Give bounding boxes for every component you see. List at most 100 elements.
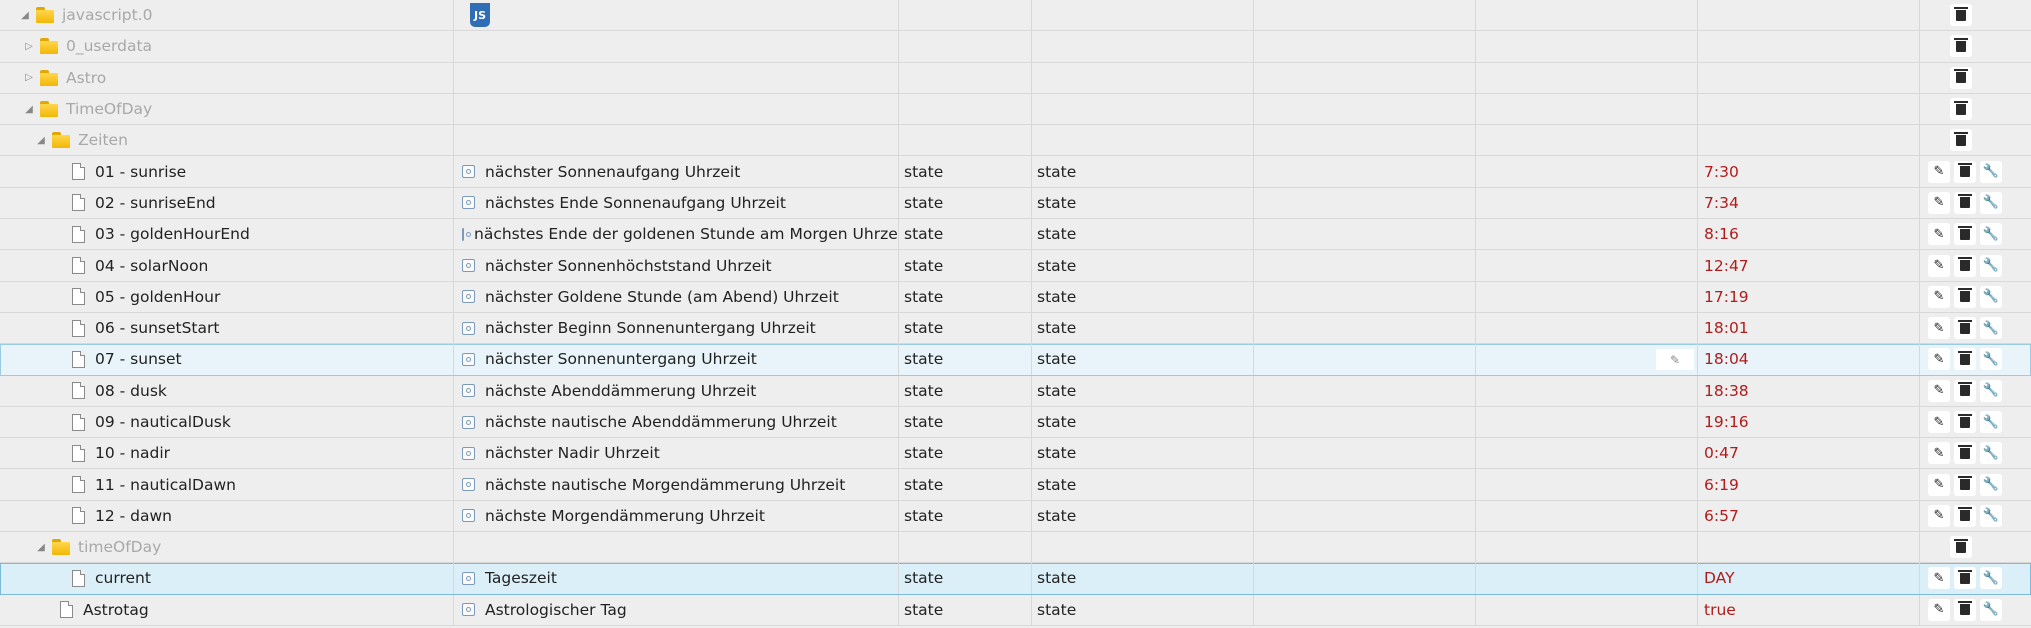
collapse-arrow-icon[interactable]: ◢	[18, 10, 32, 21]
state-value[interactable]: true	[1704, 601, 1736, 619]
state-value[interactable]: 7:30	[1704, 163, 1739, 181]
state-value[interactable]: 18:04	[1704, 350, 1749, 368]
config-button[interactable]: 🔧	[1980, 160, 2002, 183]
tree-row-state[interactable]: 11 - nauticalDawn nächste nautische Morg…	[0, 469, 2031, 501]
tree-row-state[interactable]: 10 - nadir nächster Nadir Uhrzeit state …	[0, 438, 2031, 470]
state-value[interactable]: 17:19	[1704, 288, 1749, 306]
tree-row-state[interactable]: 04 - solarNoon nächster Sonnenhöchststan…	[0, 250, 2031, 282]
edit-button[interactable]: ✎	[1928, 411, 1950, 433]
config-button[interactable]: 🔧	[1980, 411, 2002, 433]
delete-button[interactable]	[1954, 191, 1976, 214]
delete-button[interactable]	[1954, 348, 1976, 371]
state-value[interactable]: 12:47	[1704, 257, 1749, 275]
delete-button[interactable]	[1954, 160, 1976, 183]
config-button[interactable]: 🔧	[1980, 598, 2002, 621]
expand-arrow-icon[interactable]: ▷	[22, 41, 36, 52]
edit-button[interactable]: ✎	[1928, 473, 1950, 496]
delete-button[interactable]	[1954, 473, 1976, 496]
tree-row-timeofday-sub[interactable]: ◢ timeOfDay	[0, 532, 2031, 564]
tree-row-current[interactable]: current Tageszeit state state DAY ✎ 🔧	[0, 563, 2031, 595]
delete-button[interactable]	[1954, 442, 1976, 465]
config-button[interactable]: 🔧	[1980, 223, 2002, 246]
delete-button[interactable]	[1954, 223, 1976, 246]
state-value[interactable]: 6:19	[1704, 476, 1739, 494]
state-value[interactable]: DAY	[1704, 569, 1735, 587]
state-description: Tageszeit	[485, 569, 557, 588]
edit-button[interactable]: ✎	[1928, 598, 1950, 621]
tree-row-astro[interactable]: ▷ Astro	[0, 62, 2031, 94]
config-button[interactable]: 🔧	[1980, 254, 2002, 277]
delete-button[interactable]	[1954, 317, 1976, 340]
state-value[interactable]: 7:34	[1704, 194, 1739, 212]
tree-row-timeofday[interactable]: ◢ TimeOfDay	[0, 93, 2031, 126]
delete-button[interactable]	[1950, 66, 1972, 89]
state-file-icon	[72, 257, 85, 275]
edit-button[interactable]: ✎	[1928, 191, 1950, 214]
delete-button[interactable]	[1954, 567, 1976, 590]
tree-row-userdata[interactable]: ▷ 0_userdata	[0, 31, 2031, 63]
tree-row-state[interactable]: 02 - sunriseEnd nächstes Ende Sonnenaufg…	[0, 187, 2031, 220]
delete-button[interactable]	[1950, 98, 1972, 121]
edit-button[interactable]: ✎	[1928, 160, 1950, 183]
collapse-arrow-icon[interactable]: ◢	[22, 104, 36, 115]
edit-button[interactable]: ✎	[1928, 504, 1950, 527]
edit-button[interactable]: ✎	[1928, 379, 1950, 402]
edit-button[interactable]: ✎	[1928, 223, 1950, 246]
config-button[interactable]: 🔧	[1980, 567, 2002, 590]
state-role: state	[1037, 600, 1077, 619]
delete-button[interactable]	[1950, 4, 1972, 27]
edit-button[interactable]: ✎	[1928, 317, 1950, 340]
state-description: nächster Beginn Sonnenuntergang Uhrzeit	[485, 319, 816, 338]
delete-button[interactable]	[1954, 285, 1976, 308]
edit-button[interactable]: ✎	[1928, 285, 1950, 308]
wrench-icon: 🔧	[1982, 477, 2000, 493]
delete-button[interactable]	[1950, 536, 1972, 559]
config-button[interactable]: 🔧	[1980, 285, 2002, 308]
config-button[interactable]: 🔧	[1980, 473, 2002, 496]
state-description: nächstes Ende Sonnenaufgang Uhrzeit	[485, 193, 786, 212]
tree-row-root[interactable]: ◢ javascript.0 JS	[0, 0, 2031, 32]
state-description: nächste Abenddämmerung Uhrzeit	[485, 381, 757, 400]
wrench-icon: 🔧	[1982, 602, 2000, 618]
tree-row-zeiten[interactable]: ◢ Zeiten	[0, 125, 2031, 157]
delete-button[interactable]	[1954, 254, 1976, 277]
state-role: state	[1037, 475, 1077, 494]
edit-button[interactable]: ✎	[1928, 442, 1950, 465]
state-value[interactable]: 19:16	[1704, 413, 1749, 431]
config-button[interactable]: 🔧	[1980, 379, 2002, 402]
tree-row-state[interactable]: 09 - nauticalDusk nächste nautische Aben…	[0, 406, 2031, 439]
state-value[interactable]: 18:38	[1704, 382, 1749, 400]
collapse-arrow-icon[interactable]: ◢	[34, 542, 48, 553]
state-value[interactable]: 0:47	[1704, 444, 1739, 462]
tree-row-state[interactable]: 07 - sunset nächster Sonnenuntergang Uhr…	[0, 344, 2031, 376]
state-value[interactable]: 8:16	[1704, 225, 1739, 243]
delete-button[interactable]	[1954, 598, 1976, 621]
config-button[interactable]: 🔧	[1980, 348, 2002, 371]
delete-button[interactable]	[1954, 379, 1976, 402]
edit-button[interactable]: ✎	[1928, 348, 1950, 371]
tree-row-state[interactable]: 06 - sunsetStart nächster Beginn Sonnenu…	[0, 312, 2031, 345]
wrench-icon: 🔧	[1982, 508, 2000, 524]
delete-button[interactable]	[1950, 35, 1972, 58]
config-button[interactable]: 🔧	[1980, 504, 2002, 527]
config-button[interactable]: 🔧	[1980, 191, 2002, 214]
tree-row-astrotag[interactable]: Astrotag Astrologischer Tag state state …	[0, 594, 2031, 626]
state-icon	[462, 478, 475, 492]
expand-arrow-icon[interactable]: ▷	[22, 72, 36, 83]
delete-button[interactable]	[1954, 504, 1976, 527]
tree-row-state[interactable]: 01 - sunrise nächster Sonnenaufgang Uhrz…	[0, 156, 2031, 188]
edit-button[interactable]: ✎	[1928, 567, 1950, 590]
tree-row-state[interactable]: 03 - goldenHourEnd nächstes Ende der gol…	[0, 219, 2031, 251]
delete-button[interactable]	[1954, 411, 1976, 433]
config-button[interactable]: 🔧	[1980, 317, 2002, 340]
config-button[interactable]: 🔧	[1980, 442, 2002, 465]
collapse-arrow-icon[interactable]: ◢	[34, 135, 48, 146]
tree-row-state[interactable]: 12 - dawn nächste Morgendämmerung Uhrzei…	[0, 500, 2031, 533]
inline-edit-button[interactable]: ✎	[1656, 349, 1694, 371]
state-value[interactable]: 6:57	[1704, 507, 1739, 525]
delete-button[interactable]	[1950, 129, 1972, 152]
state-value[interactable]: 18:01	[1704, 319, 1749, 337]
tree-row-state[interactable]: 05 - goldenHour nächster Goldene Stunde …	[0, 281, 2031, 313]
edit-button[interactable]: ✎	[1928, 254, 1950, 277]
tree-row-state[interactable]: 08 - dusk nächste Abenddämmerung Uhrzeit…	[0, 375, 2031, 407]
